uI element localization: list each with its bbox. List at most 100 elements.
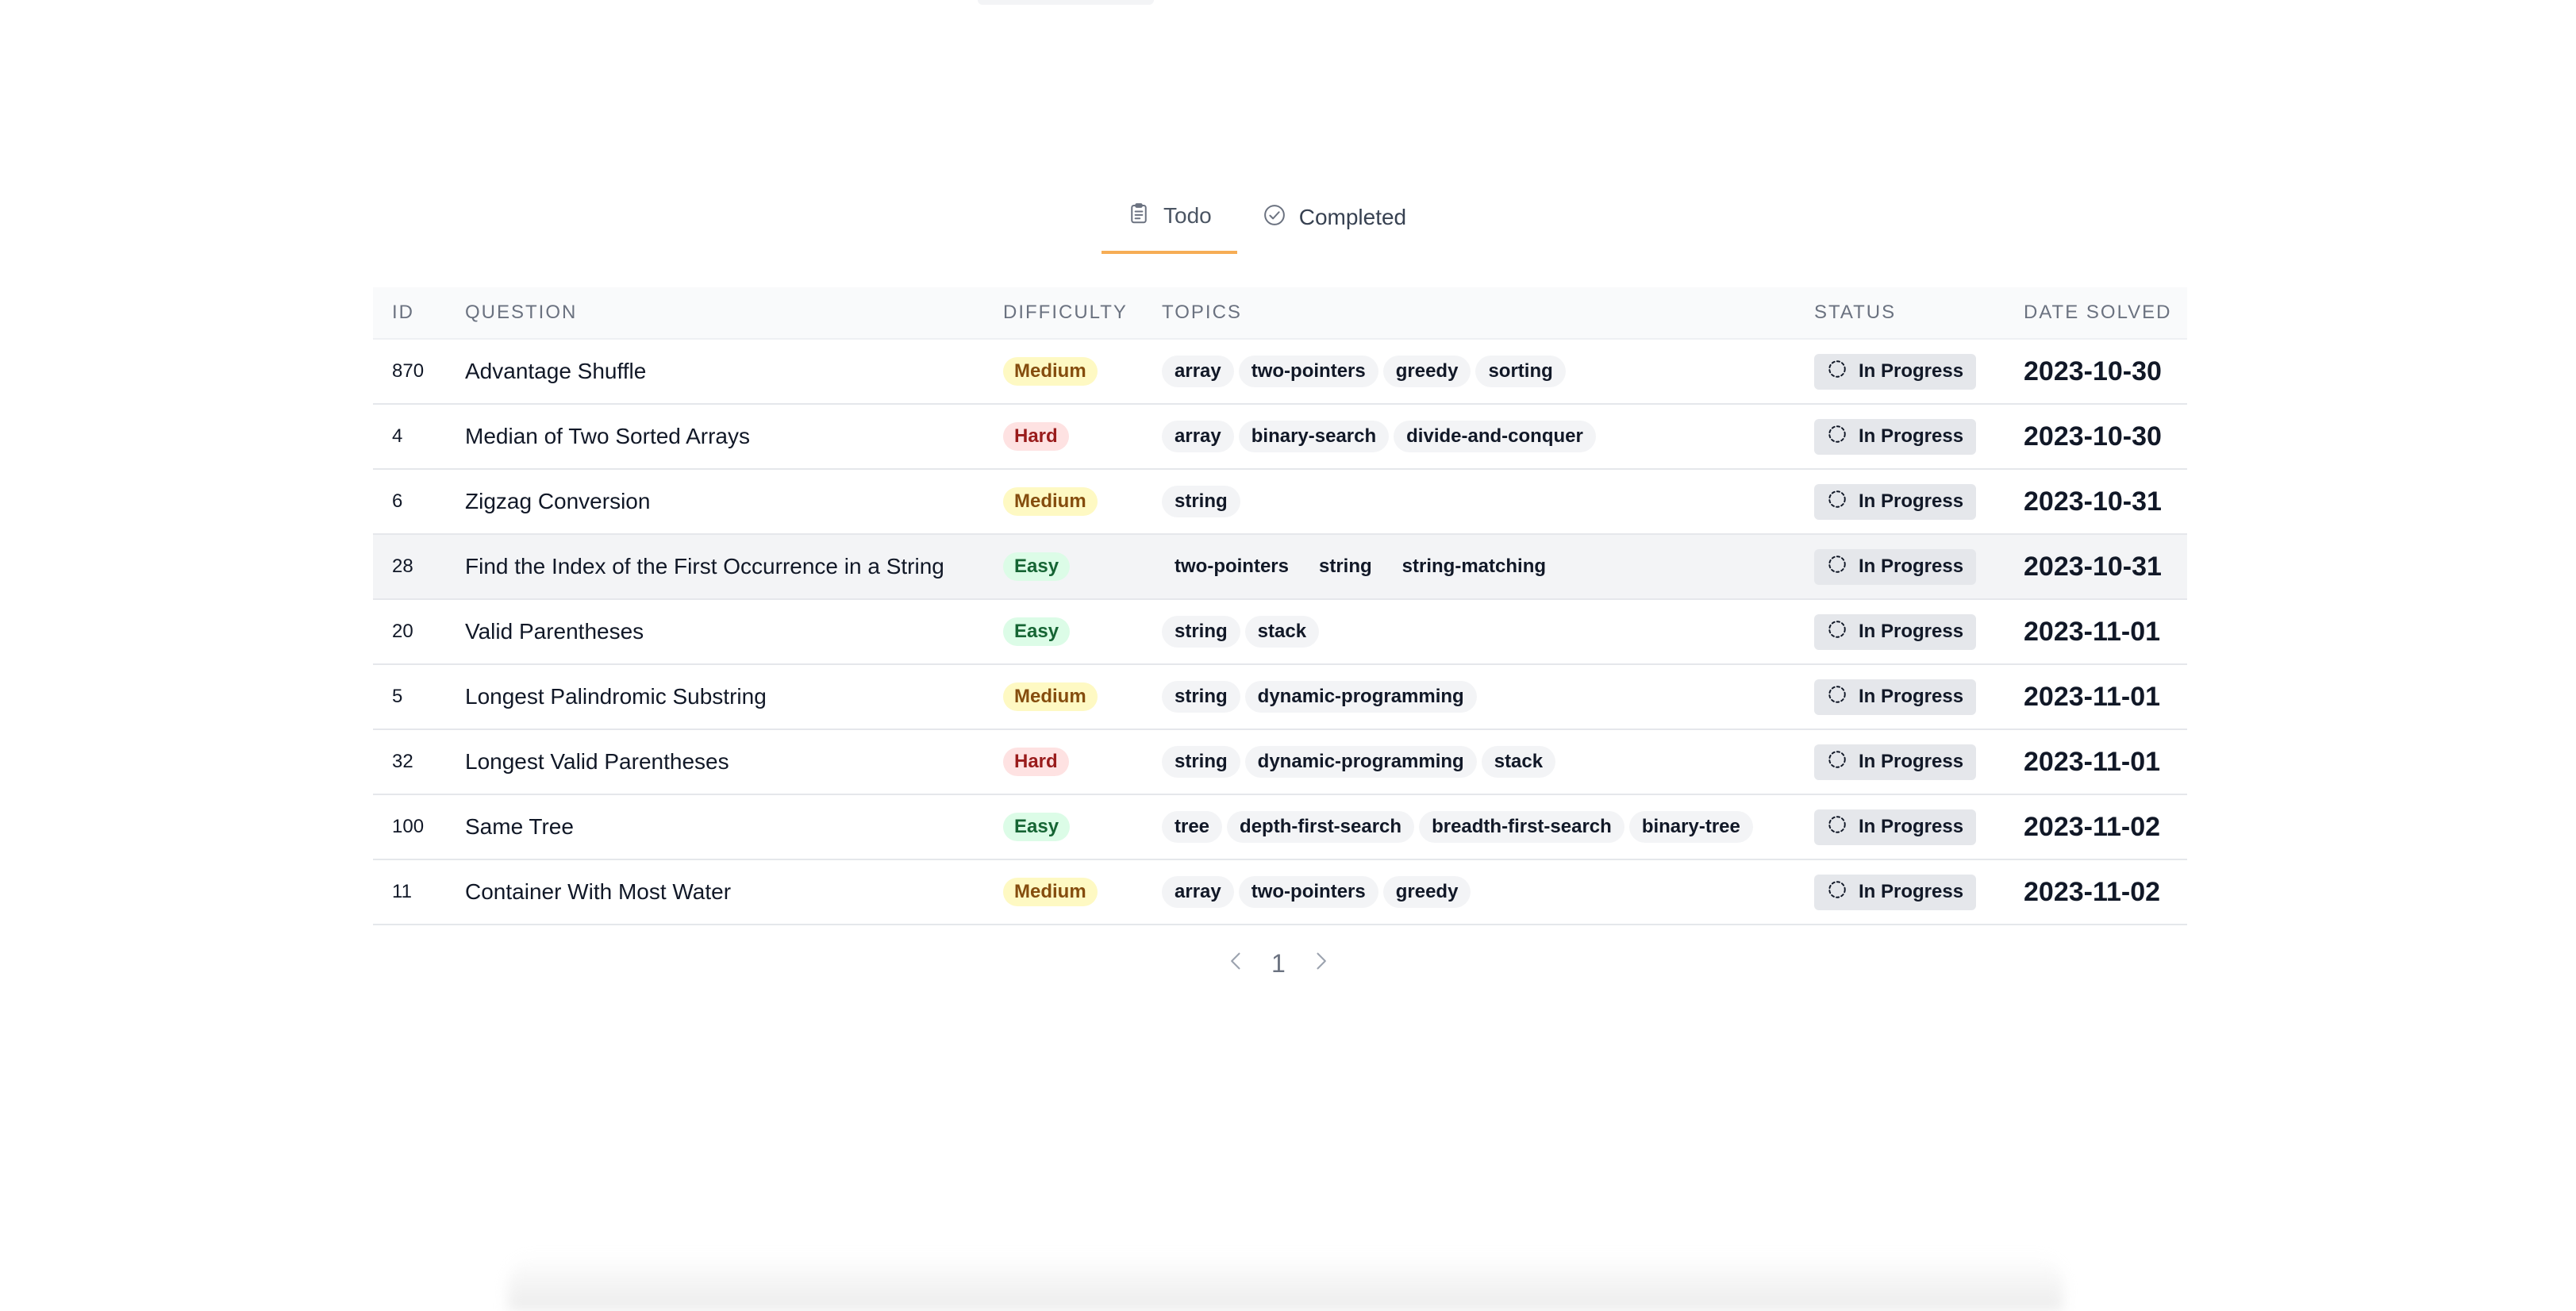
status-badge: In Progress <box>1814 483 1977 520</box>
clipboard-icon <box>1127 202 1151 231</box>
cell-topics: tree depth-first-search breadth-first-sear… <box>1143 794 1795 860</box>
table-row[interactable]: 100 Same Tree Easy tree depth-first-search br… <box>373 794 2187 860</box>
cell-id: 870 <box>373 339 446 405</box>
difficulty-badge: Medium <box>1003 682 1098 711</box>
table-row[interactable]: 32 Longest Valid Parentheses Hard string dyn… <box>373 729 2187 795</box>
difficulty-badge: Easy <box>1003 617 1071 646</box>
cell-topics: array binary-search divide-and-conquer <box>1143 404 1795 470</box>
header-id: ID <box>373 287 446 340</box>
cell-question[interactable]: Median of Two Sorted Arrays <box>446 404 984 470</box>
check-circle-icon <box>1263 203 1286 233</box>
status-label: In Progress <box>1859 425 1964 447</box>
tab-label: Todo <box>1163 203 1212 228</box>
page-number[interactable]: 1 <box>1271 949 1286 978</box>
difficulty-badge: Medium <box>1003 357 1098 386</box>
table-row[interactable]: 870 Advantage Shuffle Medium array two-point… <box>373 339 2187 405</box>
table-row[interactable]: 6 Zigzag Conversion Medium string In Progres… <box>373 469 2187 535</box>
cell-topics: string dynamic-programming <box>1143 664 1795 730</box>
top-handle <box>978 0 1154 5</box>
tab-completed[interactable]: Completed <box>1237 181 1432 254</box>
topic-tag: string-matching <box>1389 551 1559 582</box>
topic-tag: string <box>1162 746 1240 778</box>
cell-status: In Progress <box>1795 534 2005 600</box>
cell-question[interactable]: Find the Index of the First Occurrence i… <box>446 534 984 600</box>
cell-id: 100 <box>373 794 446 860</box>
spinner-icon <box>1827 554 1847 580</box>
cell-topics: string dynamic-programming stack <box>1143 729 1795 795</box>
cell-difficulty: Medium <box>984 859 1143 925</box>
cell-id: 4 <box>373 404 446 470</box>
status-badge: In Progress <box>1814 809 1977 845</box>
table-row[interactable]: 4 Median of Two Sorted Arrays Hard array bin… <box>373 404 2187 470</box>
cell-topics: array two-pointers greedy <box>1143 859 1795 925</box>
difficulty-badge: Hard <box>1003 748 1069 776</box>
spinner-icon <box>1827 619 1847 645</box>
topic-tag: dynamic-programming <box>1244 681 1477 713</box>
cell-id: 11 <box>373 859 446 925</box>
status-label: In Progress <box>1859 360 1964 382</box>
chevron-right-icon[interactable] <box>1309 949 1332 978</box>
status-badge: In Progress <box>1814 548 1977 585</box>
spinner-icon <box>1827 879 1847 905</box>
cell-question[interactable]: Longest Palindromic Substring <box>446 664 984 730</box>
table-header-row: ID QUESTION DIFFICULTY TOPICS STATUS DAT… <box>373 287 2187 340</box>
status-badge: In Progress <box>1814 679 1977 715</box>
cell-status: In Progress <box>1795 794 2005 860</box>
topic-tag: array <box>1162 356 1234 387</box>
status-badge: In Progress <box>1814 418 1977 455</box>
cell-difficulty: Hard <box>984 404 1143 470</box>
table-row[interactable]: 5 Longest Palindromic Substring Medium stri… <box>373 664 2187 730</box>
cell-question[interactable]: Same Tree <box>446 794 984 860</box>
topic-tag: tree <box>1162 811 1223 843</box>
status-label: In Progress <box>1859 816 1964 837</box>
cell-question[interactable]: Zigzag Conversion <box>446 469 984 535</box>
table-row[interactable]: 20 Valid Parentheses Easy string stack In Pro… <box>373 599 2187 665</box>
bottom-panel-shadow <box>508 1254 2063 1311</box>
topic-tag: greedy <box>1382 356 1471 387</box>
spinner-icon <box>1827 489 1847 515</box>
header-question: QUESTION <box>446 287 984 340</box>
cell-date-solved: 2023-11-01 <box>2005 729 2187 795</box>
topic-tag: string <box>1306 551 1385 582</box>
cell-date-solved: 2023-11-02 <box>2005 794 2187 860</box>
cell-status: In Progress <box>1795 599 2005 665</box>
cell-question[interactable]: Container With Most Water <box>446 859 984 925</box>
topic-tag: string <box>1162 486 1240 517</box>
status-label: In Progress <box>1859 556 1964 577</box>
table-row[interactable]: 11 Container With Most Water Medium array tw… <box>373 859 2187 925</box>
status-badge: In Progress <box>1814 874 1977 910</box>
difficulty-badge: Hard <box>1003 422 1069 451</box>
cell-topics: two-pointers string string-matching <box>1143 534 1795 600</box>
topic-tag: two-pointers <box>1162 551 1301 582</box>
cell-status: In Progress <box>1795 339 2005 405</box>
status-label: In Progress <box>1859 621 1964 642</box>
table-row[interactable]: 28 Find the Index of the First Occurrence… <box>373 534 2187 600</box>
cell-difficulty: Easy <box>984 794 1143 860</box>
cell-id: 6 <box>373 469 446 535</box>
cell-question[interactable]: Longest Valid Parentheses <box>446 729 984 795</box>
header-difficulty: DIFFICULTY <box>984 287 1143 340</box>
header-topics: TOPICS <box>1143 287 1795 340</box>
cell-date-solved: 2023-10-31 <box>2005 469 2187 535</box>
topic-tag: string <box>1162 681 1240 713</box>
tab-label: Completed <box>1298 205 1407 229</box>
cell-question[interactable]: Advantage Shuffle <box>446 339 984 405</box>
difficulty-badge: Easy <box>1003 552 1071 581</box>
spinner-icon <box>1827 749 1847 775</box>
cell-difficulty: Medium <box>984 339 1143 405</box>
spinner-icon <box>1827 424 1847 450</box>
difficulty-badge: Medium <box>1003 487 1098 516</box>
pagination: 1 <box>1225 949 1332 978</box>
cell-question[interactable]: Valid Parentheses <box>446 599 984 665</box>
cell-date-solved: 2023-10-30 <box>2005 339 2187 405</box>
topic-tag: array <box>1162 876 1234 908</box>
topic-tag: depth-first-search <box>1227 811 1415 843</box>
cell-topics: array two-pointers greedy sorting <box>1143 339 1795 405</box>
cell-status: In Progress <box>1795 859 2005 925</box>
chevron-left-icon[interactable] <box>1225 949 1248 978</box>
status-badge: In Progress <box>1814 353 1977 390</box>
cell-difficulty: Easy <box>984 534 1143 600</box>
topic-tag: greedy <box>1382 876 1471 908</box>
tab-todo[interactable]: Todo <box>1102 181 1237 254</box>
status-badge: In Progress <box>1814 744 1977 780</box>
